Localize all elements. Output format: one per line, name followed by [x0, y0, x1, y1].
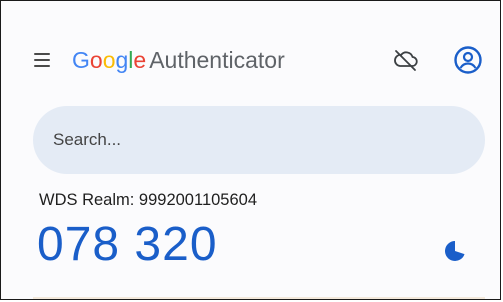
brand-letter: o	[102, 47, 116, 73]
countdown-timer-icon	[445, 241, 465, 261]
brand-letter: G	[72, 47, 90, 73]
brand-letter: e	[133, 47, 147, 73]
account-name: WDS Realm: 9992001105604	[39, 191, 257, 209]
brand-letter: o	[89, 47, 103, 73]
next-item-edge	[33, 297, 485, 299]
otp-code[interactable]: 078 320	[37, 216, 218, 274]
cloud-off-icon[interactable]	[393, 48, 419, 72]
menu-icon[interactable]	[34, 53, 50, 67]
account-list-item[interactable]: WDS Realm: 9992001105604 078 320	[1, 191, 500, 299]
app-frame: GoogleAuthenticator WDS Realm: 999200110…	[0, 0, 501, 300]
search-bar[interactable]	[33, 106, 485, 174]
google-logo-text: Google	[72, 47, 146, 73]
search-input[interactable]	[53, 106, 453, 174]
app-title: Google Authenticator	[72, 46, 285, 74]
brand-letter: g	[115, 47, 129, 73]
top-app-bar: Google Authenticator	[1, 31, 500, 93]
account-circle-icon[interactable]	[453, 45, 483, 75]
product-name: Authenticator	[149, 47, 285, 73]
